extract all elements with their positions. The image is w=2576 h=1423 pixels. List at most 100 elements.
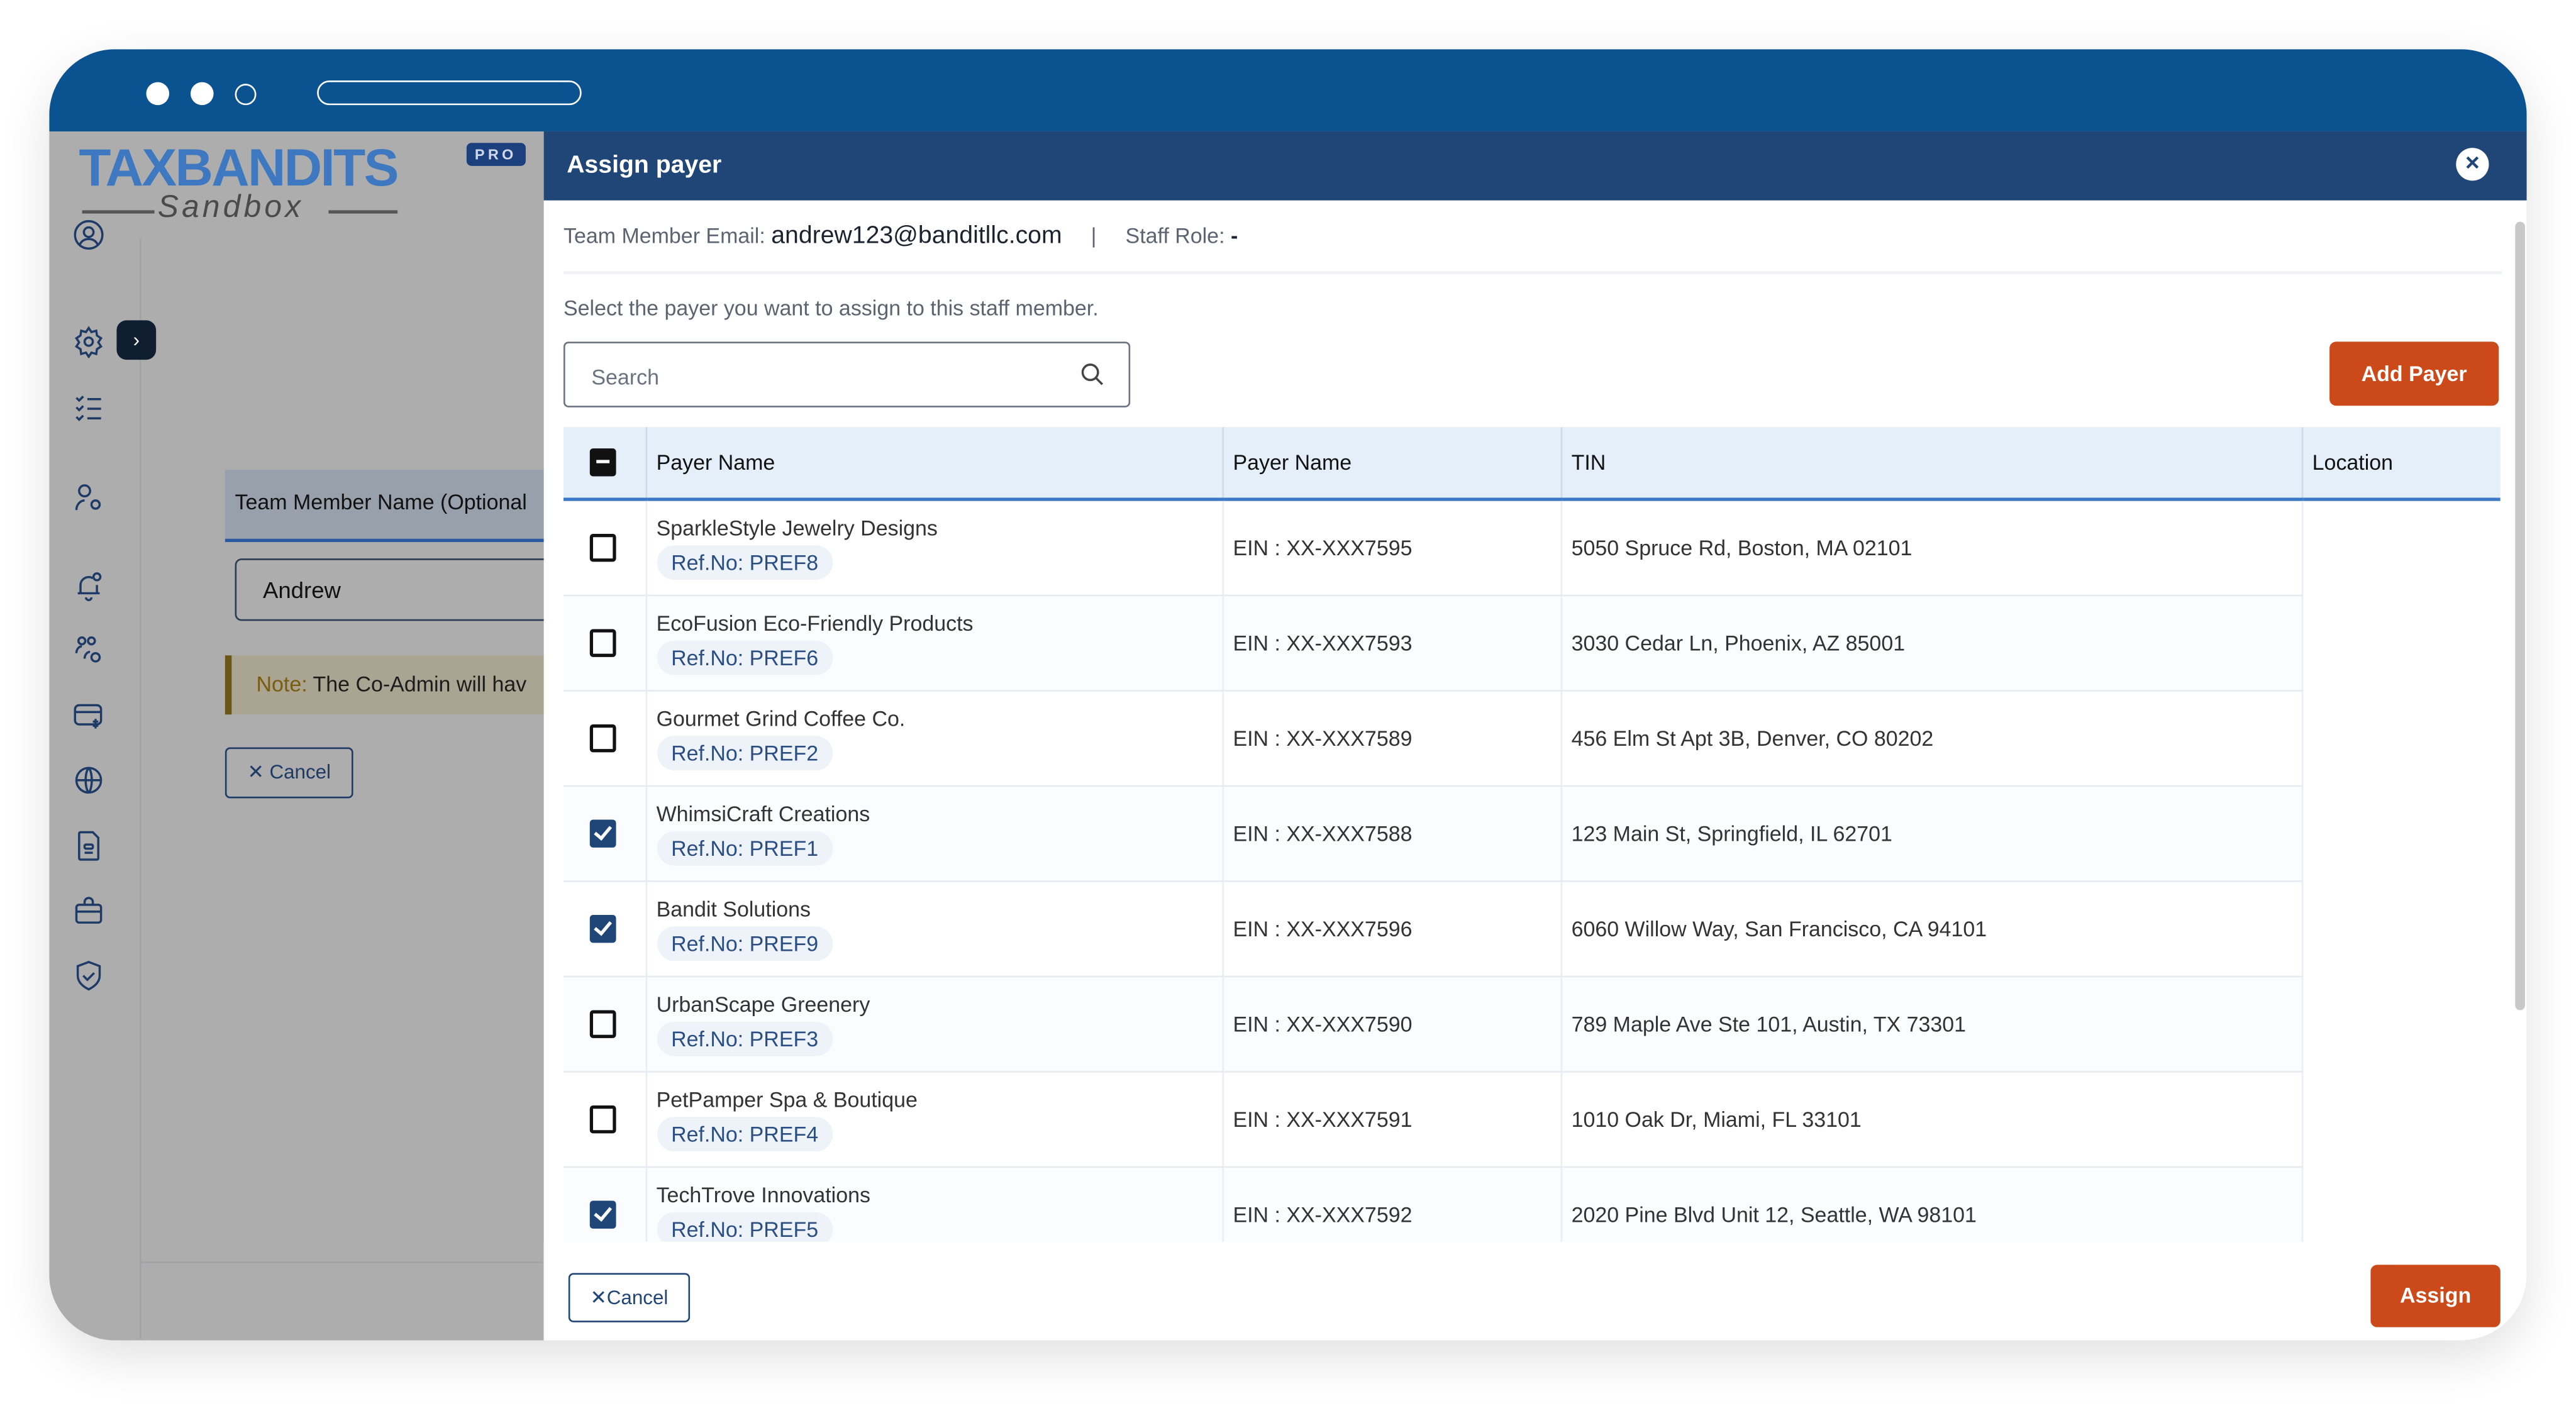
location-cell (2301, 976, 2501, 1072)
tin-cell: EIN : XX-XXX7593 (1221, 595, 1561, 692)
team-member-name-input[interactable]: Andrew (235, 558, 567, 621)
modal-scrollbar[interactable] (2515, 221, 2525, 1010)
tin-cell: EIN : XX-XXX7588 (1221, 785, 1561, 882)
location-cell (2301, 690, 2501, 786)
reference-badge: Ref.No: PREF9 (656, 926, 833, 961)
briefcase-icon[interactable] (72, 895, 105, 928)
window-dot-icon[interactable] (191, 82, 214, 106)
column-header-tin[interactable]: Payer Name (1221, 427, 1561, 501)
close-modal-button[interactable]: × (2456, 148, 2489, 181)
tin-cell: EIN : XX-XXX7590 (1221, 976, 1561, 1073)
window-dot-icon[interactable] (146, 82, 170, 106)
gear-icon[interactable] (72, 325, 105, 359)
billing-icon[interactable] (72, 700, 105, 733)
payer-name: Gourmet Grind Coffee Co. (656, 706, 906, 731)
cancel-button[interactable]: ✕Cancel (568, 1273, 691, 1322)
team-member-name-header: Team Member Name (Optional (225, 470, 554, 543)
row-checkbox[interactable] (589, 914, 616, 943)
url-bar[interactable] (317, 80, 582, 106)
globe-icon[interactable] (72, 764, 105, 797)
select-all-checkbox[interactable] (589, 448, 616, 477)
payer-name-cell: WhimsiCraft Creations Ref.No: PREF1 (645, 785, 1223, 882)
logo-subtext: Sandbox (157, 191, 304, 225)
payer-name: PetPamper Spa & Boutique (656, 1087, 918, 1112)
row-checkbox[interactable] (589, 819, 616, 848)
location-cell (2301, 1166, 2501, 1242)
tin-cell: EIN : XX-XXX7591 (1221, 1071, 1561, 1168)
note-text: Note: The Co-Admin will hav (257, 672, 527, 696)
email-value: andrew123@banditllc.com (771, 221, 1062, 250)
address-cell: 2020 Pine Blvd Unit 12, Seattle, WA 9810… (1560, 1166, 2302, 1242)
table-row[interactable]: EcoFusion Eco-Friendly Products Ref.No: P… (563, 595, 2501, 692)
payer-name: EcoFusion Eco-Friendly Products (656, 611, 974, 636)
reference-badge: Ref.No: PREF8 (656, 545, 833, 580)
payer-name-cell: SparkleStyle Jewelry Designs Ref.No: PREF… (645, 499, 1223, 597)
row-checkbox[interactable] (589, 533, 616, 562)
address-cell: 5050 Spruce Rd, Boston, MA 02101 (1560, 499, 2302, 597)
search-field[interactable] (563, 341, 1131, 409)
document-icon[interactable] (72, 829, 105, 862)
assign-payer-modal: Assign payer × Team Member Email: andrew… (543, 131, 2527, 1341)
modal-title: Assign payer (567, 151, 722, 179)
modal-footer: ✕Cancel Assign (543, 1241, 2527, 1341)
team-settings-icon[interactable] (72, 634, 105, 667)
column-header-payer-name[interactable]: Payer Name (645, 427, 1223, 501)
table-row[interactable]: TechTrove Innovations Ref.No: PREF5 EIN : … (563, 1166, 2501, 1242)
close-icon: × (2465, 149, 2480, 178)
tin-cell: EIN : XX-XXX7596 (1221, 881, 1561, 978)
user-circle-icon[interactable] (72, 218, 105, 251)
modal-header: Assign payer × (543, 131, 2527, 201)
email-label: Team Member Email: (563, 223, 765, 248)
search-icon[interactable] (1079, 362, 1106, 388)
bell-icon[interactable] (72, 570, 105, 602)
reference-badge: Ref.No: PREF3 (656, 1021, 833, 1056)
team-member-name-value: Andrew (262, 576, 341, 603)
payer-name-cell: UrbanScape Greenery Ref.No: PREF3 (645, 976, 1223, 1073)
taxbandits-logo: TAXBANDITS Sandbox PRO (79, 138, 525, 225)
row-select-cell (563, 1071, 646, 1168)
payer-name-cell: Bandit Solutions Ref.No: PREF9 (645, 881, 1223, 978)
row-checkbox[interactable] (589, 1010, 616, 1038)
tin-cell: EIN : XX-XXX7595 (1221, 499, 1561, 597)
search-input[interactable] (588, 343, 1072, 409)
table-row[interactable]: WhimsiCraft Creations Ref.No: PREF1 EIN : … (563, 785, 2501, 882)
table-row[interactable]: Gourmet Grind Coffee Co. Ref.No: PREF2 EIN… (563, 690, 2501, 787)
table-row[interactable]: Bandit Solutions Ref.No: PREF9 EIN : XX-XX… (563, 881, 2501, 978)
info-separator: | (1091, 223, 1097, 248)
table-row[interactable]: SparkleStyle Jewelry Designs Ref.No: PREF… (563, 499, 2501, 597)
table-row[interactable]: UrbanScape Greenery Ref.No: PREF3 EIN : XX… (563, 976, 2501, 1073)
row-checkbox[interactable] (589, 724, 616, 753)
note-prefix: Note: (256, 672, 308, 697)
table-header-row: Payer Name Payer Name TIN Location (563, 427, 2501, 501)
location-cell (2301, 499, 2501, 595)
row-checkbox[interactable] (589, 1200, 616, 1229)
shield-check-icon[interactable] (72, 960, 105, 992)
payer-name: SparkleStyle Jewelry Designs (656, 516, 938, 541)
column-header-location[interactable]: Location (2301, 427, 2501, 501)
payer-table-container: Payer Name Payer Name TIN Location Spark… (563, 427, 2501, 1242)
assign-button[interactable]: Assign (2370, 1265, 2501, 1327)
sidebar (49, 220, 142, 1339)
team-member-name-label: Team Member Name (Optional (235, 489, 527, 514)
logo-divider (82, 210, 155, 214)
row-checkbox[interactable] (589, 629, 616, 657)
payer-table-body: SparkleStyle Jewelry Designs Ref.No: PREF… (563, 499, 2501, 1242)
location-cell (2301, 785, 2501, 882)
row-checkbox[interactable] (589, 1105, 616, 1134)
add-payer-button[interactable]: Add Payer (2329, 341, 2499, 406)
column-header-address[interactable]: TIN (1560, 427, 2302, 501)
user-settings-icon[interactable] (72, 481, 105, 514)
table-row[interactable]: PetPamper Spa & Boutique Ref.No: PREF4 EIN… (563, 1071, 2501, 1168)
payer-name: Bandit Solutions (656, 897, 811, 922)
row-select-cell (563, 976, 646, 1073)
checklist-icon[interactable] (72, 391, 105, 424)
sidebar-expand-button[interactable]: › (116, 320, 157, 360)
background-cancel-button[interactable]: ✕ Cancel (225, 747, 353, 799)
cancel-label: Cancel (606, 1286, 669, 1309)
divider (563, 271, 2502, 275)
reference-badge: Ref.No: PREF6 (656, 640, 833, 675)
tin-cell: EIN : XX-XXX7589 (1221, 690, 1561, 787)
window-dot-icon[interactable] (235, 84, 257, 106)
instruction-text: Select the payer you want to assign to t… (563, 296, 1099, 321)
payer-name-cell: PetPamper Spa & Boutique Ref.No: PREF4 (645, 1071, 1223, 1168)
